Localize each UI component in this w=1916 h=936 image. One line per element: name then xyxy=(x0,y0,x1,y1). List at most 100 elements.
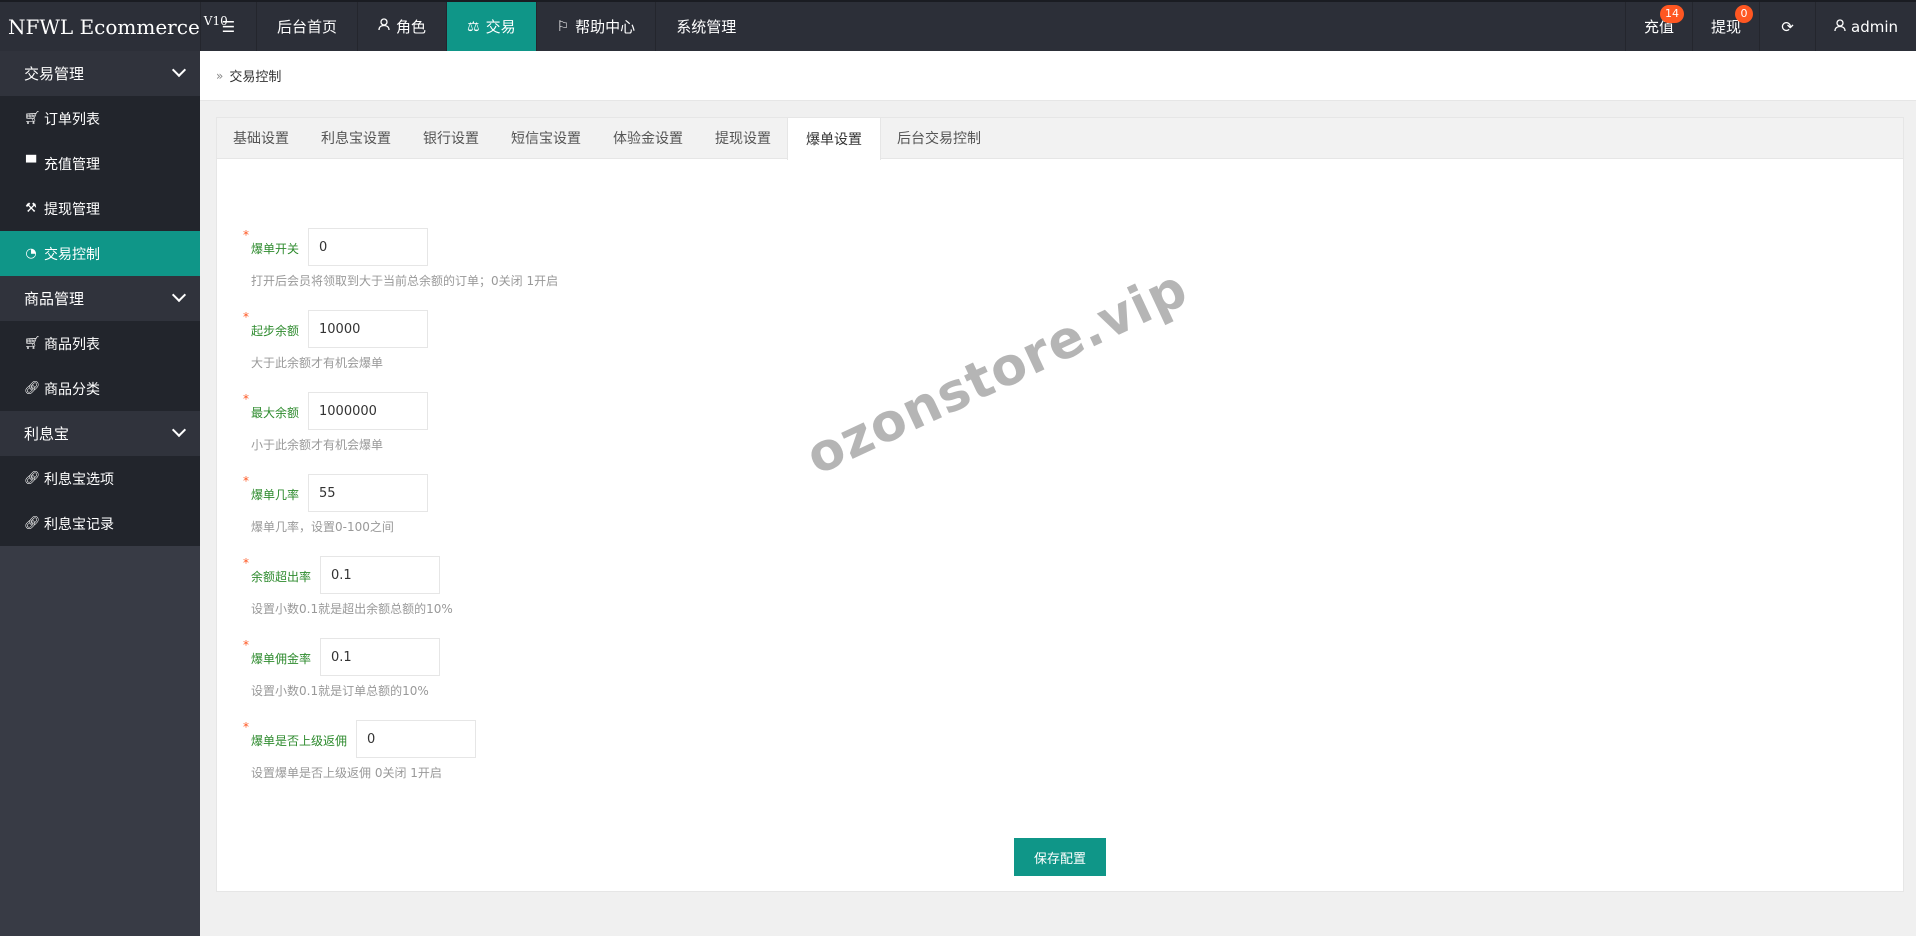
required-asterisk: * xyxy=(243,556,249,570)
tab-backend-trade-control[interactable]: 后台交易控制 xyxy=(881,118,997,158)
field-label: 爆单开关 xyxy=(251,242,300,256)
chevron-down-icon xyxy=(171,62,187,78)
required-asterisk: * xyxy=(243,392,249,406)
required-asterisk: * xyxy=(243,474,249,488)
scale-icon: ⚖ xyxy=(467,18,480,35)
required-asterisk: * xyxy=(243,228,249,242)
nav-item-label: 帮助中心 xyxy=(575,18,636,36)
sidebar-item-trade-control[interactable]: ◔ 交易控制 xyxy=(0,231,200,276)
required-asterisk: * xyxy=(243,310,249,324)
nav-item-home[interactable]: 后台首页 xyxy=(256,2,357,51)
cart-icon: 🛒︎ xyxy=(24,111,41,126)
sidebar-item-orders[interactable]: 🛒︎ 订单列表 xyxy=(0,96,200,141)
user-name: admin xyxy=(1851,17,1898,36)
refresh-icon: ⟳ xyxy=(1781,17,1794,36)
sidebar-item-label: 交易控制 xyxy=(44,246,100,263)
user-menu[interactable]: admin xyxy=(1815,2,1916,51)
sidebar: 交易管理 🛒︎ 订单列表 ▀ 充值管理 ⚒ 提现管理 ◔ 交易控制 商品管理 🛒… xyxy=(0,51,200,936)
double-chevron-right-icon: » xyxy=(216,68,224,83)
field-hint: 小于此余额才有机会爆单 xyxy=(251,438,384,452)
cart-icon: 🛒︎ xyxy=(24,336,41,351)
required-asterisk: * xyxy=(243,720,249,734)
sidebar-item-label: 商品列表 xyxy=(44,336,100,353)
link-icon: 🔗︎ xyxy=(24,471,41,486)
app-logo[interactable]: NFWL Ecommerce V10 xyxy=(0,2,228,51)
sidebar-group-products[interactable]: 商品管理 xyxy=(0,276,200,321)
app-version: V10 xyxy=(203,13,228,28)
field-label: 爆单是否上级返佣 xyxy=(251,734,348,748)
max-balance-input[interactable] xyxy=(308,392,428,430)
field-hint: 设置小数0.1就是超出余额总额的10% xyxy=(251,602,453,616)
nav-item-trade[interactable]: ⚖ 交易 xyxy=(446,2,536,51)
parent-rebate-input[interactable] xyxy=(356,720,476,758)
sidebar-item-interest-records[interactable]: 🔗︎ 利息宝记录 xyxy=(0,501,200,546)
required-asterisk: * xyxy=(243,638,249,652)
nav-item-label: 交易 xyxy=(485,18,516,36)
link-icon: 🔗︎ xyxy=(24,516,41,531)
tab-interest[interactable]: 利息宝设置 xyxy=(305,118,407,158)
commission-rate-input[interactable] xyxy=(320,638,440,676)
chevron-down-icon xyxy=(171,422,187,438)
field-label: 最大余额 xyxy=(251,406,300,420)
nav-item-label: 系统管理 xyxy=(676,18,737,36)
user-icon xyxy=(1834,18,1846,36)
excess-rate-input[interactable] xyxy=(320,556,440,594)
save-config-button[interactable]: 保存配置 xyxy=(1014,838,1106,876)
gauge-icon: ◔ xyxy=(25,246,37,261)
sidebar-item-product-list[interactable]: 🛒︎ 商品列表 xyxy=(0,321,200,366)
field-hint: 大于此余额才有机会爆单 xyxy=(251,356,384,370)
withdraw-button[interactable]: 提现 0 xyxy=(1691,2,1759,51)
sidebar-item-label: 利息宝记录 xyxy=(44,516,114,533)
tab-basic[interactable]: 基础设置 xyxy=(217,118,305,158)
burst-rate-input[interactable] xyxy=(308,474,428,512)
sidebar-group-label: 交易管理 xyxy=(24,65,85,83)
tab-withdraw[interactable]: 提现设置 xyxy=(699,118,787,158)
burst-switch-input[interactable] xyxy=(308,228,428,266)
settings-card: 基础设置 利息宝设置 银行设置 短信宝设置 体验金设置 提现设置 爆单设置 后台… xyxy=(216,117,1904,892)
nav-item-help[interactable]: ⚐ 帮助中心 xyxy=(535,2,656,51)
field-hint: 打开后会员将领取到大于当前总余额的订单；0关闭 1开启 xyxy=(251,274,559,288)
user-icon xyxy=(378,18,390,35)
field-label: 余额超出率 xyxy=(251,570,312,584)
nav-item-system[interactable]: 系统管理 xyxy=(655,2,756,51)
field-label: 爆单几率 xyxy=(251,488,300,502)
link-icon: 🔗︎ xyxy=(24,381,41,396)
sidebar-item-recharge[interactable]: ▀ 充值管理 xyxy=(0,141,200,186)
sidebar-item-withdraw[interactable]: ⚒ 提现管理 xyxy=(0,186,200,231)
chat-icon: ▀ xyxy=(26,156,36,171)
tab-sms[interactable]: 短信宝设置 xyxy=(495,118,597,158)
chevron-down-icon xyxy=(171,287,187,303)
tab-burst-order[interactable]: 爆单设置 xyxy=(787,118,881,160)
top-bar: NFWL Ecommerce V10 ☰ 后台首页 角色 ⚖ 交易 ⚐ 帮助中心 … xyxy=(0,0,1916,51)
sidebar-group-trade[interactable]: 交易管理 xyxy=(0,51,200,96)
app-logo-text: NFWL Ecommerce xyxy=(8,14,200,39)
nav-item-label: 后台首页 xyxy=(277,18,338,36)
sidebar-group-label: 商品管理 xyxy=(24,290,85,308)
tab-trial-fund[interactable]: 体验金设置 xyxy=(597,118,699,158)
nav-item-roles[interactable]: 角色 xyxy=(357,2,446,51)
recharge-button[interactable]: 充值 14 xyxy=(1624,2,1692,51)
nav-item-label: 角色 xyxy=(396,18,427,36)
sidebar-group-interest[interactable]: 利息宝 xyxy=(0,411,200,456)
sidebar-item-label: 利息宝选项 xyxy=(44,471,114,488)
gavel-icon: ⚒ xyxy=(25,201,37,216)
sidebar-item-label: 充值管理 xyxy=(44,156,100,173)
sidebar-item-product-category[interactable]: 🔗︎ 商品分类 xyxy=(0,366,200,411)
sidebar-item-interest-options[interactable]: 🔗︎ 利息宝选项 xyxy=(0,456,200,501)
field-hint: 爆单几率，设置0-100之间 xyxy=(251,520,394,534)
field-hint: 设置爆单是否上级返佣 0关闭 1开启 xyxy=(251,766,442,780)
sidebar-item-label: 商品分类 xyxy=(44,381,100,398)
tab-bank[interactable]: 银行设置 xyxy=(407,118,495,158)
refresh-button[interactable]: ⟳ xyxy=(1759,2,1815,51)
top-right-actions: 充值 14 提现 0 ⟳ admin xyxy=(1624,2,1916,51)
field-label: 起步余额 xyxy=(251,324,300,338)
flag-icon: ⚐ xyxy=(556,18,570,35)
top-nav: ☰ 后台首页 角色 ⚖ 交易 ⚐ 帮助中心 系统管理 xyxy=(200,2,756,51)
field-label: 爆单佣金率 xyxy=(251,652,312,666)
breadcrumb: » 交易控制 xyxy=(200,51,1916,101)
sidebar-item-label: 订单列表 xyxy=(44,111,100,128)
sidebar-group-label: 利息宝 xyxy=(24,425,70,443)
field-hint: 设置小数0.1就是订单总额的10% xyxy=(251,684,429,698)
start-balance-input[interactable] xyxy=(308,310,428,348)
recharge-badge: 14 xyxy=(1659,5,1684,23)
